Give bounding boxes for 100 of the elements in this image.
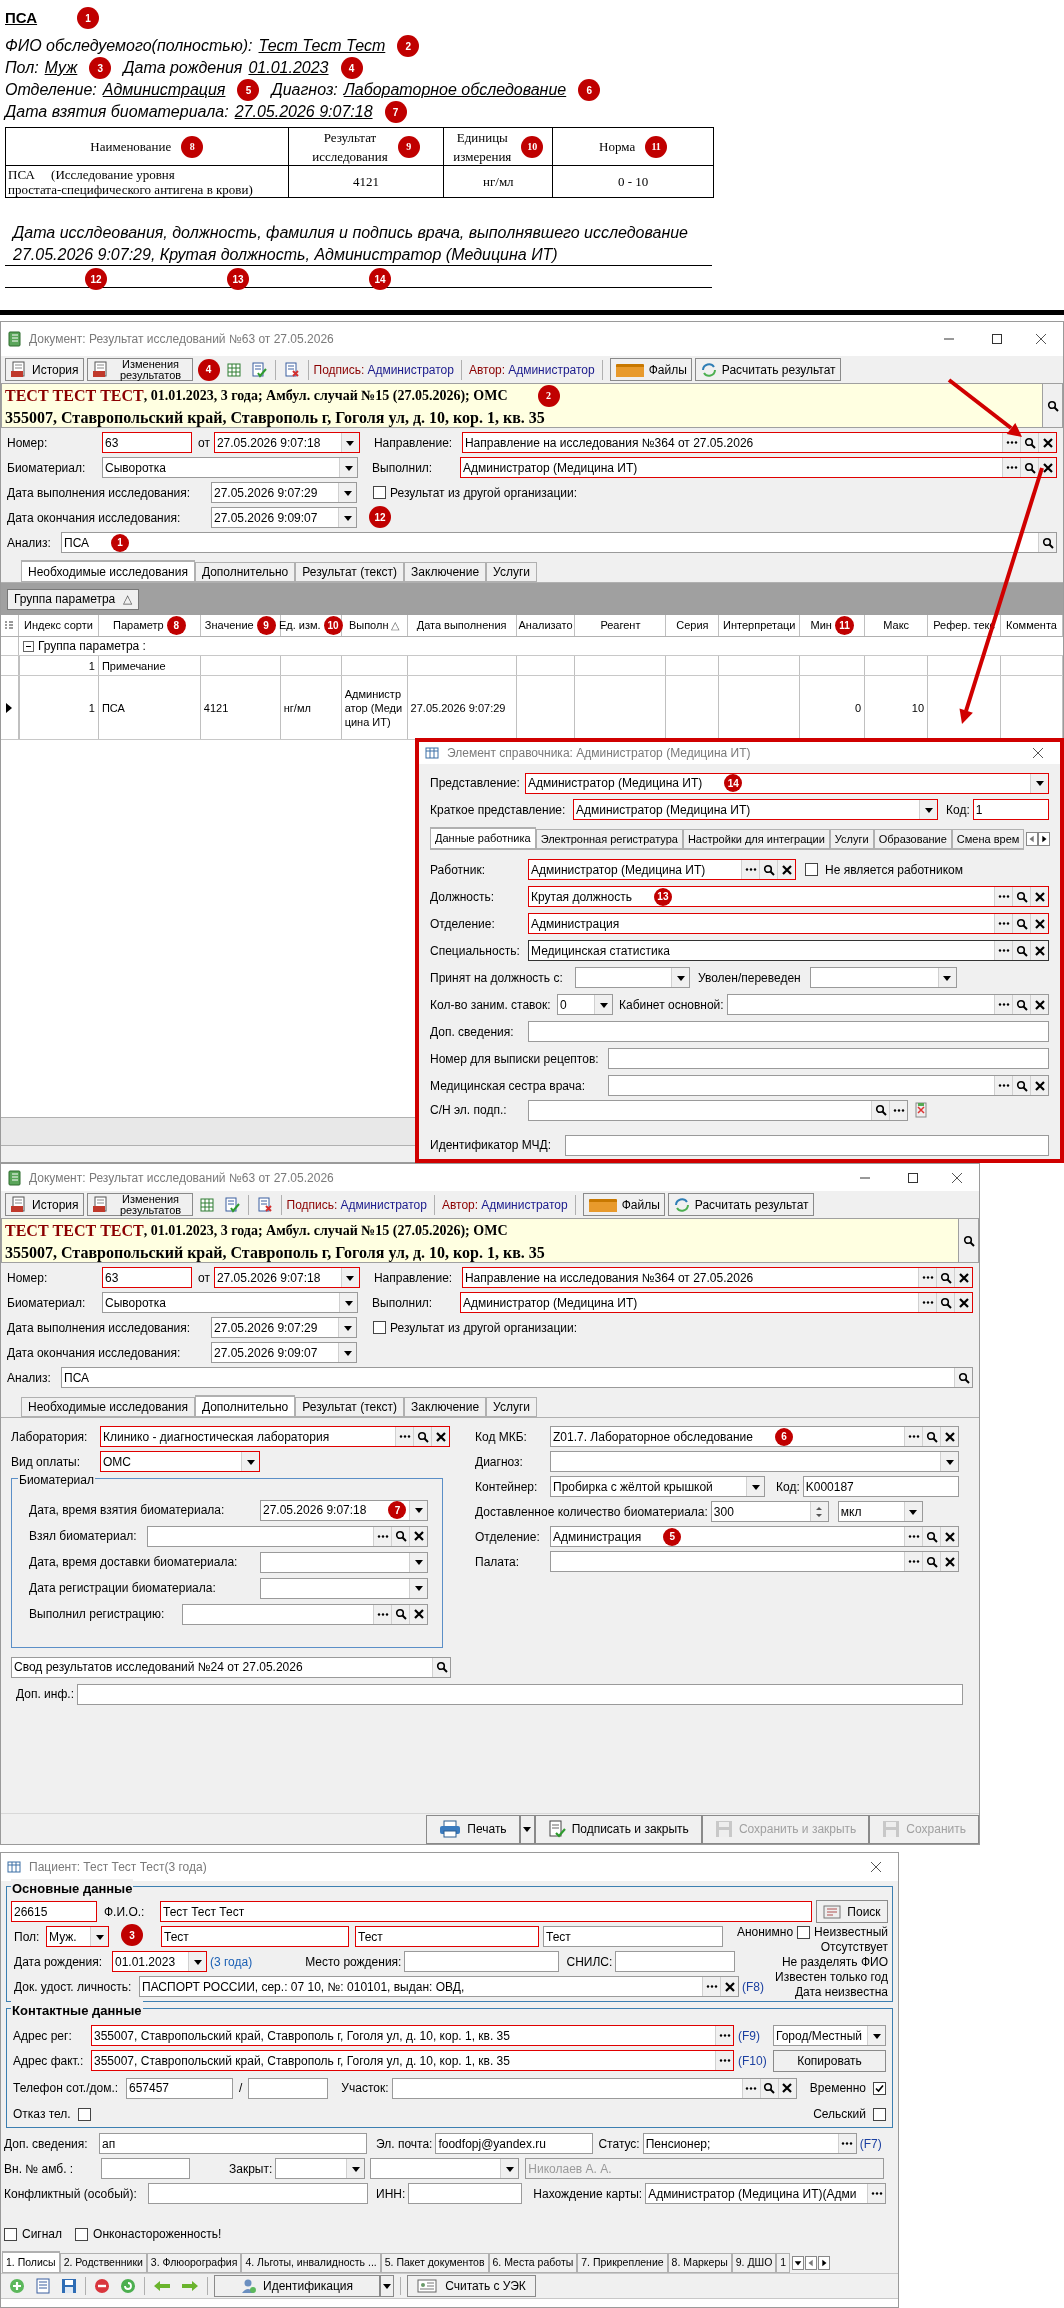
dropdown-button[interactable] bbox=[340, 1268, 359, 1287]
text-field[interactable]: Направление на исследования №364 от 27.05.2026 bbox=[461, 1267, 973, 1288]
dropdown-button[interactable] bbox=[1030, 773, 1048, 793]
text-field[interactable] bbox=[528, 1099, 908, 1121]
dropdown-field[interactable]: мкл bbox=[837, 1501, 923, 1522]
text-field[interactable] bbox=[404, 1951, 560, 1972]
close-icon[interactable] bbox=[1032, 747, 1044, 759]
dropdown-button[interactable] bbox=[671, 968, 689, 987]
text-field[interactable]: Тест bbox=[543, 1926, 723, 1947]
search-button[interactable] bbox=[1012, 887, 1030, 906]
search-button[interactable]: Поиск bbox=[816, 1900, 888, 1923]
text-field[interactable]: Клинико - диагностическая лаборатория bbox=[100, 1426, 450, 1447]
tab[interactable]: Настройки для интеграции bbox=[682, 829, 830, 849]
tab[interactable]: 7. Прикрепление bbox=[577, 2253, 668, 2273]
tab[interactable]: 5. Пакет документов bbox=[380, 2253, 489, 2273]
dropdown-field[interactable]: Пробирка с жёлтой крышкой bbox=[550, 1476, 765, 1497]
files-button[interactable]: Файлы bbox=[582, 1193, 665, 1216]
ellipsis-button[interactable] bbox=[918, 1268, 936, 1287]
text-field[interactable]: Тест Тест Тест bbox=[160, 1901, 812, 1922]
checkbox[interactable] bbox=[805, 863, 818, 876]
ellipsis-button[interactable] bbox=[741, 860, 759, 879]
group-by-chip[interactable]: Группа параметра △ bbox=[7, 588, 140, 610]
clear-button[interactable] bbox=[1030, 941, 1048, 960]
text-field[interactable] bbox=[182, 1603, 428, 1625]
clear-button[interactable] bbox=[1030, 995, 1048, 1014]
clear-button[interactable] bbox=[777, 860, 795, 879]
dropdown-field[interactable] bbox=[809, 967, 957, 988]
dropdown-button[interactable] bbox=[867, 2026, 885, 2045]
copy-button[interactable]: Копировать bbox=[773, 2049, 886, 2072]
column-header[interactable]: Индекс сорти bbox=[19, 615, 99, 636]
text-field[interactable] bbox=[77, 1683, 963, 1705]
text-field[interactable]: Свод результатов исследований №24 от 27.05.2026 bbox=[11, 1656, 451, 1678]
column-header[interactable]: Макс bbox=[865, 615, 929, 636]
tab[interactable]: Дополнительно bbox=[194, 1395, 296, 1417]
text-field[interactable]: ап bbox=[99, 2133, 367, 2154]
text-field[interactable]: Администратор (Медицина ИТ)(Адми bbox=[645, 2183, 887, 2204]
text-field[interactable] bbox=[615, 1951, 736, 1972]
dropdown-button[interactable] bbox=[940, 1452, 958, 1471]
collapse-icon[interactable] bbox=[23, 640, 34, 652]
clear-button[interactable] bbox=[1038, 433, 1056, 452]
text-field[interactable] bbox=[147, 1525, 428, 1547]
column-header[interactable]: Параметр 8 bbox=[98, 615, 201, 636]
dropdown-button[interactable] bbox=[409, 1552, 427, 1572]
text-field[interactable]: 26615 bbox=[11, 1901, 97, 1922]
dropdown-button[interactable] bbox=[339, 458, 357, 477]
tab[interactable]: Электронная регистратура bbox=[535, 829, 683, 849]
column-header[interactable]: Анализато bbox=[516, 615, 576, 636]
tab[interactable]: Услуги bbox=[486, 562, 537, 582]
search-button[interactable] bbox=[922, 1552, 940, 1571]
ellipsis-button[interactable] bbox=[994, 941, 1012, 960]
clear-button[interactable] bbox=[409, 1604, 427, 1624]
search-button[interactable] bbox=[1020, 433, 1038, 452]
text-field[interactable]: 657457 bbox=[126, 2077, 233, 2099]
text-field[interactable] bbox=[726, 994, 1049, 1015]
text-field[interactable]: Крутая должность 13 bbox=[528, 886, 1049, 907]
search-button[interactable] bbox=[391, 1604, 409, 1624]
ellipsis-button[interactable] bbox=[1002, 458, 1020, 477]
search-button[interactable] bbox=[1038, 533, 1056, 552]
text-field[interactable]: Администратор (Медицина ИТ) bbox=[528, 859, 796, 880]
text-field[interactable]: ПАСПОРТ РОССИИ, сер.: 07 10, №: 010101, выдан: ОВД, bbox=[139, 1976, 739, 1997]
tab[interactable]: 9. ДШО bbox=[731, 2253, 777, 2273]
dropdown-button[interactable] bbox=[188, 1952, 206, 1971]
changes-button[interactable]: Изменения результатов bbox=[86, 1193, 193, 1216]
ellipsis-button[interactable] bbox=[373, 1526, 391, 1546]
search-button[interactable] bbox=[922, 1427, 940, 1446]
text-field[interactable]: ПСА 1 bbox=[61, 532, 1057, 553]
text-field[interactable]: Администрация 5 bbox=[550, 1526, 959, 1547]
clear-button[interactable] bbox=[431, 1427, 449, 1446]
clear-button[interactable] bbox=[954, 1293, 972, 1312]
search-button[interactable] bbox=[936, 1268, 954, 1287]
tab[interactable]: Смена врем bbox=[951, 829, 1025, 849]
text-field[interactable]: 63 bbox=[102, 1267, 192, 1288]
dropdown-button[interactable] bbox=[919, 800, 937, 819]
text-field[interactable] bbox=[148, 2183, 368, 2204]
scroll-left-icon[interactable] bbox=[805, 2256, 818, 2270]
ellipsis-button[interactable] bbox=[994, 1076, 1012, 1095]
ellipsis-button[interactable] bbox=[1002, 433, 1020, 452]
history-button[interactable]: История bbox=[5, 358, 84, 381]
text-field[interactable] bbox=[528, 1021, 1049, 1042]
text-field[interactable] bbox=[391, 2077, 797, 2099]
read-card-button[interactable]: Считать с УЭК bbox=[407, 2275, 536, 2297]
scroll-left-icon[interactable] bbox=[1026, 831, 1039, 846]
ellipsis-button[interactable] bbox=[702, 1977, 720, 1996]
dropdown-button[interactable] bbox=[746, 1477, 764, 1496]
dropdown-field[interactable]: Сыворотка bbox=[102, 457, 358, 478]
search-button[interactable] bbox=[1012, 1076, 1030, 1095]
tab[interactable]: Образование bbox=[873, 829, 952, 849]
identify-button[interactable]: Идентификация bbox=[214, 2275, 380, 2297]
search-button[interactable] bbox=[1012, 995, 1030, 1014]
dropdown-button[interactable] bbox=[339, 1293, 357, 1312]
ellipsis-button[interactable] bbox=[904, 1427, 922, 1446]
tab[interactable]: 4. Льготы, инвалидность ... bbox=[241, 2253, 381, 2273]
search-button[interactable] bbox=[1042, 384, 1062, 427]
ellipsis-button[interactable] bbox=[837, 2134, 856, 2153]
clear-button[interactable] bbox=[1030, 914, 1048, 933]
search-button[interactable] bbox=[759, 860, 777, 879]
dropdown-field[interactable]: Администратор (Медицина ИТ) bbox=[573, 799, 938, 820]
footer-button[interactable]: Подписать и закрыть bbox=[534, 1814, 702, 1844]
dropdown-field[interactable]: Город/Местный bbox=[773, 2025, 886, 2046]
dropdown-field[interactable]: 27.05.2026 9:07:29 bbox=[211, 1317, 357, 1338]
